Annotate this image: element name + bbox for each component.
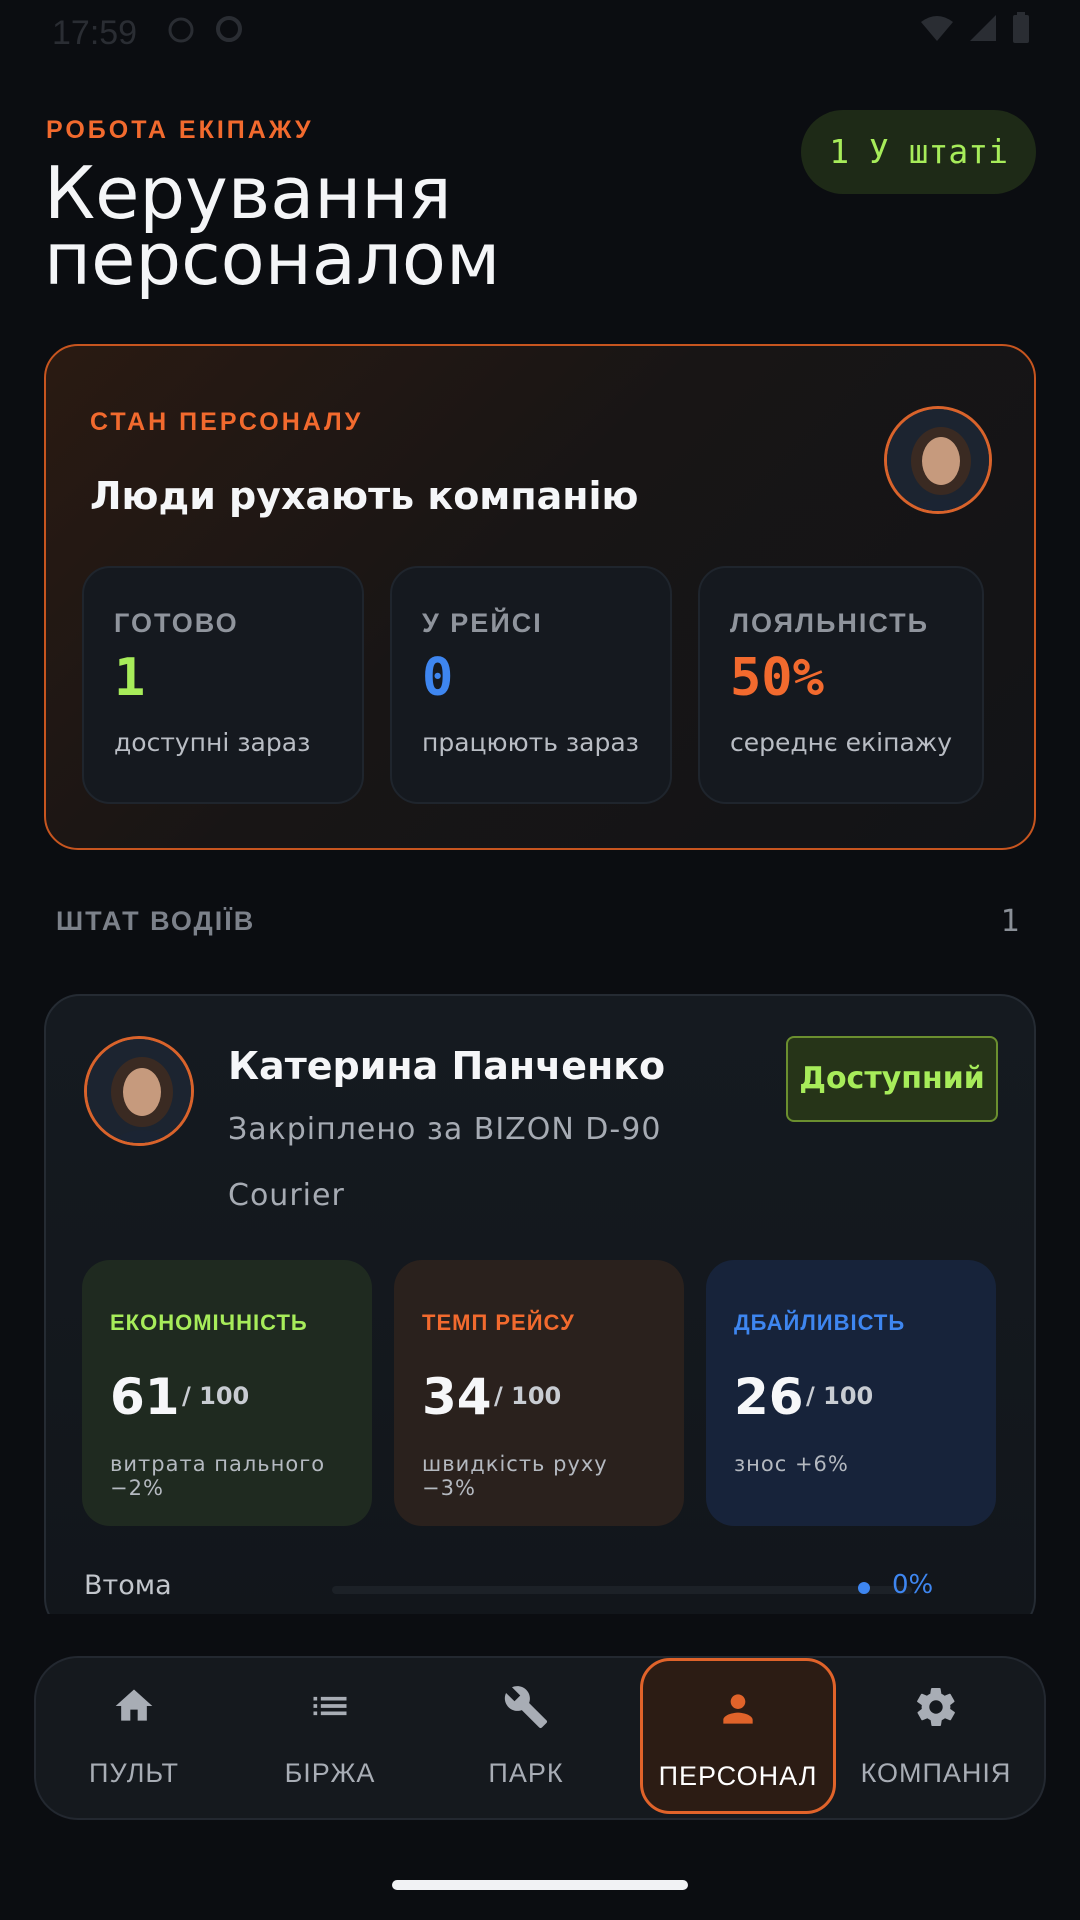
metric-tile-economy: ЕКОНОМІЧНІСТЬ 61 / 100 витрата пального … <box>82 1260 372 1526</box>
wrench-icon <box>504 1686 548 1729</box>
list-icon <box>313 1696 347 1716</box>
person-portrait-icon <box>87 1039 191 1143</box>
status-icons-left <box>166 14 244 44</box>
stat-caption: працюють зараз <box>422 728 639 757</box>
fatigue-bar <box>332 1586 912 1594</box>
personnel-state-card: СТАН ПЕРСОНАЛУ Люди рухають компанію ГОТ… <box>44 344 1036 850</box>
metric-label: ЕКОНОМІЧНІСТЬ <box>110 1310 308 1335</box>
personnel-screen: 17:59 РОБОТА ЕКІПАЖУ Керування персонало… <box>0 0 1080 1920</box>
alarm-icon <box>168 17 194 43</box>
stat-caption: середнє екіпажу <box>730 728 953 757</box>
gear-icon <box>917 1688 955 1726</box>
status-bar: 17:59 <box>0 0 1080 70</box>
sync-icon <box>216 16 242 42</box>
metric-value: 34 <box>422 1368 492 1426</box>
crew-avatar <box>884 406 992 514</box>
nav-label: ПУЛЬТ <box>89 1758 179 1788</box>
fatigue-label: Втома <box>84 1570 172 1601</box>
metric-tile-care: ДБАЙЛИВІСТЬ 26 / 100 знос +6% <box>706 1260 996 1526</box>
status-icons-right <box>920 12 1030 44</box>
stat-value: 50% <box>730 648 824 708</box>
nav-label: ПЕРСОНАЛ <box>658 1761 818 1791</box>
person-portrait-icon <box>887 409 989 511</box>
stat-tile-ready: ГОТОВО 1 доступні зараз <box>82 566 364 804</box>
nav-label: КОМПАНІЯ <box>860 1758 1012 1788</box>
metric-max: / 100 <box>494 1382 562 1410</box>
driver-name: Катерина Панченко <box>228 1044 666 1088</box>
signal-icon <box>970 15 996 41</box>
nav-item-dashboard[interactable]: ПУЛЬТ <box>36 1658 232 1818</box>
metric-value: 26 <box>734 1368 804 1426</box>
stat-caption: доступні зараз <box>114 728 311 757</box>
person-icon <box>723 1694 753 1724</box>
driver-role: Courier <box>228 1178 345 1213</box>
driver-status-badge: Доступний <box>786 1036 998 1122</box>
staff-count-badge: 1 У штаті <box>801 110 1036 194</box>
metric-caption: витрата пального −2% <box>110 1452 326 1500</box>
section-title: ШТАТ ВОДІЇВ <box>56 906 256 936</box>
nav-item-personnel[interactable]: ПЕРСОНАЛ <box>640 1658 836 1814</box>
nav-label: ПАРК <box>488 1758 564 1788</box>
battery-icon <box>1013 12 1029 43</box>
stat-label: ГОТОВО <box>114 608 239 638</box>
metric-caption: знос +6% <box>734 1452 849 1476</box>
driver-assignment: Закріплено за BIZON D-90 <box>228 1112 662 1147</box>
nav-item-fleet[interactable]: ПАРК <box>428 1658 624 1818</box>
wifi-icon <box>921 16 953 41</box>
section-count: 1 <box>1000 904 1020 939</box>
page-eyebrow: РОБОТА ЕКІПАЖУ <box>46 116 314 144</box>
stat-value: 0 <box>422 648 454 708</box>
fatigue-indicator-dot <box>858 1582 870 1594</box>
home-icon <box>115 1689 153 1721</box>
metric-value: 61 <box>110 1368 180 1426</box>
metric-label: ДБАЙЛИВІСТЬ <box>734 1310 906 1335</box>
metric-max: / 100 <box>806 1382 874 1410</box>
nav-item-company[interactable]: КОМПАНІЯ <box>836 1658 1036 1818</box>
metric-max: / 100 <box>182 1382 250 1410</box>
driver-avatar <box>84 1036 194 1146</box>
metric-tile-pace: ТЕМП РЕЙСУ 34 / 100 швидкість руху −3% <box>394 1260 684 1526</box>
stat-tile-on-trip: У РЕЙСІ 0 працюють зараз <box>390 566 672 804</box>
home-indicator[interactable] <box>392 1880 688 1890</box>
state-card-heading: Люди рухають компанію <box>90 474 639 518</box>
fatigue-value: 0% <box>892 1570 934 1600</box>
stat-label: У РЕЙСІ <box>422 608 543 638</box>
bottom-nav: ПУЛЬТ БІРЖА ПАРК ПЕРСОНАЛ КОМПАНІЯ <box>34 1656 1046 1820</box>
state-card-eyebrow: СТАН ПЕРСОНАЛУ <box>90 408 364 436</box>
page-title: Керування персоналом <box>44 151 501 301</box>
driver-card[interactable]: Катерина Панченко Закріплено за BIZON D-… <box>44 994 1036 1634</box>
nav-item-exchange[interactable]: БІРЖА <box>232 1658 428 1818</box>
stat-value: 1 <box>114 648 146 708</box>
nav-label: БІРЖА <box>284 1758 376 1788</box>
status-time: 17:59 <box>52 14 138 52</box>
metric-caption: швидкість руху −3% <box>422 1452 608 1500</box>
stat-tile-loyalty: ЛОЯЛЬНІСТЬ 50% середнє екіпажу <box>698 566 984 804</box>
metric-label: ТЕМП РЕЙСУ <box>422 1310 575 1335</box>
stat-label: ЛОЯЛЬНІСТЬ <box>730 608 930 638</box>
